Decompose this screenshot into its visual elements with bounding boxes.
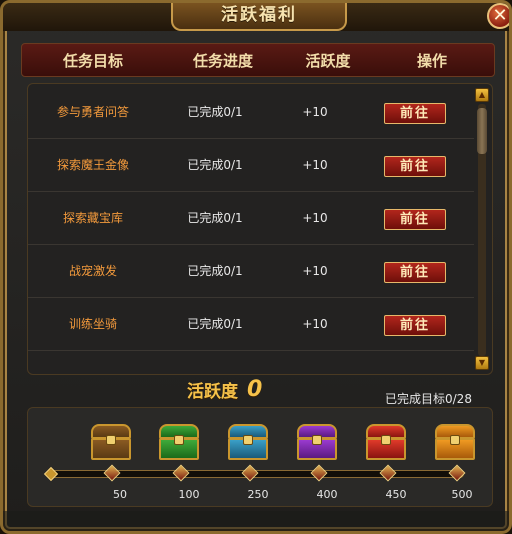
go-button[interactable]: 前往 <box>384 262 446 283</box>
treasure-chest-icon[interactable] <box>88 422 134 462</box>
scroll-up-button[interactable]: ▲ <box>475 88 489 102</box>
go-button[interactable]: 前往 <box>384 103 446 124</box>
title-bar[interactable]: 活跃福利 ✕ <box>3 3 509 31</box>
triangle-down-icon: ▼ <box>478 358 486 367</box>
scroll-down-button[interactable]: ▼ <box>475 356 489 370</box>
milestone-label: 450 <box>385 488 407 501</box>
milestone-marker <box>310 464 328 482</box>
task-list-scrollbar[interactable]: ▲ ▼ <box>474 88 490 372</box>
milestone-label: 50 <box>113 488 127 501</box>
task-name: 探索藏宝库 <box>62 211 123 225</box>
treasure-chest-icon[interactable] <box>432 422 478 462</box>
treasure-chest-icon[interactable] <box>156 422 202 462</box>
task-points: +10 <box>302 211 328 225</box>
header-task-progress: 任务进度 <box>192 52 253 70</box>
milestone-label: 400 <box>316 488 338 501</box>
task-points: +10 <box>302 264 328 278</box>
header-action: 操作 <box>416 52 447 70</box>
task-points: +10 <box>302 105 328 119</box>
activity-value: 0 <box>247 377 263 402</box>
task-list[interactable]: 参与勇者问答 已完成0/1 +10 前往 探索魔王金像 已完成0/1 +10 前… <box>27 83 493 375</box>
treasure-chest-icon[interactable] <box>225 422 271 462</box>
background-chat-strip <box>3 511 509 531</box>
milestone-marker <box>241 464 259 482</box>
completed-goals-text: 已完成目标0/28 <box>385 392 472 406</box>
close-icon: ✕ <box>492 5 508 26</box>
task-name: 探索魔王金像 <box>56 158 129 172</box>
task-row: 参与勇者问答 已完成0/1 +10 前往 <box>28 86 474 139</box>
reward-panel: 50 100 250 400 450 500 <box>27 407 493 507</box>
milestone-marker <box>103 464 121 482</box>
table-header: 任务目标 任务进度 活跃度 操作 <box>21 43 495 77</box>
go-button[interactable]: 前往 <box>384 315 446 336</box>
activity-label: 活跃度 <box>187 382 238 402</box>
go-button[interactable]: 前往 <box>384 156 446 177</box>
task-row: 探索藏宝库 已完成0/1 +10 前往 <box>28 192 474 245</box>
task-name: 训练坐骑 <box>68 317 117 331</box>
task-row-partial <box>28 351 474 374</box>
milestone-label: 500 <box>451 488 473 501</box>
go-button[interactable]: 前往 <box>384 209 446 230</box>
milestone-label: 100 <box>178 488 200 501</box>
header-task-goal: 任务目标 <box>62 52 123 70</box>
task-points: +10 <box>302 317 328 331</box>
milestone-marker <box>172 464 190 482</box>
task-row: 战宠激发 已完成0/1 +10 前往 <box>28 245 474 298</box>
task-row: 训练坐骑 已完成0/1 +10 前往 <box>28 298 474 351</box>
task-points: +10 <box>302 158 328 172</box>
activity-welfare-window: 活跃福利 ✕ 任务目标 任务进度 活跃度 操作 参与勇者问答 已完成0/1 +1… <box>0 0 512 534</box>
milestone-marker <box>379 464 397 482</box>
triangle-up-icon: ▲ <box>478 90 486 99</box>
task-row: 探索魔王金像 已完成0/1 +10 前往 <box>28 139 474 192</box>
header-activity-points: 活跃度 <box>305 52 351 70</box>
milestone-marker <box>448 464 466 482</box>
title-plate: 活跃福利 <box>171 3 347 31</box>
task-name: 参与勇者问答 <box>56 105 129 119</box>
treasure-chest-icon[interactable] <box>294 422 340 462</box>
milestone-label: 250 <box>247 488 269 501</box>
window-title: 活跃福利 <box>221 5 297 25</box>
task-name: 战宠激发 <box>68 264 117 278</box>
close-button[interactable]: ✕ <box>487 3 509 29</box>
scroll-thumb[interactable] <box>477 108 487 154</box>
treasure-chest-icon[interactable] <box>363 422 409 462</box>
